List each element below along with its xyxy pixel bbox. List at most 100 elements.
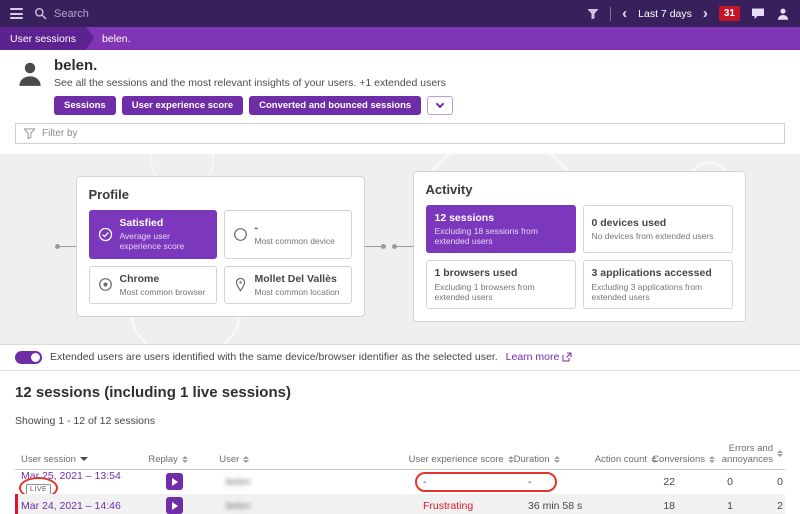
browser-icon: [98, 277, 113, 292]
tile-applications-accessed[interactable]: 3 applications accessed Excluding 3 appl…: [582, 260, 733, 309]
sessions-section: 12 sessions (including 1 live sessions) …: [0, 371, 800, 514]
sort-icon: [777, 450, 783, 458]
tile-most-common-device[interactable]: - Most common device: [223, 210, 352, 259]
filter-by-input[interactable]: Filter by: [15, 123, 785, 144]
problems-count-badge[interactable]: 31: [718, 6, 740, 21]
device-circle-icon: [233, 227, 248, 242]
learn-more-label: Learn more: [505, 351, 560, 364]
learn-more-link[interactable]: Learn more: [506, 351, 573, 363]
activity-card-title: Activity: [425, 182, 473, 197]
page-title: belen.: [54, 57, 98, 74]
user-name-redacted: belen: [226, 476, 251, 488]
filter-by-placeholder: Filter by: [42, 128, 78, 139]
column-header-conversions[interactable]: Conversions: [652, 454, 715, 465]
chat-icon[interactable]: [751, 7, 765, 20]
time-range-selector[interactable]: Last 7 days: [638, 8, 692, 20]
tile-most-common-browser[interactable]: Chrome Most common browser: [88, 265, 217, 304]
profile-card: Profile Satisfied Average user experienc…: [75, 176, 365, 317]
breadcrumb: User sessions belen.: [0, 27, 800, 50]
session-link[interactable]: Mar 24, 2021 – 14:46: [21, 500, 121, 512]
play-icon: [172, 501, 178, 510]
tile-value: 3 applications accessed: [591, 267, 712, 280]
table-row[interactable]: Mar 25, 2021 – 13:54LIVE belen - - 22 0 …: [15, 470, 785, 499]
breadcrumb-root[interactable]: User sessions: [0, 27, 94, 50]
tile-browsers-used[interactable]: 1 browsers used Excluding 1 browsers fro…: [425, 260, 576, 309]
session-filter-buttons: Sessions User experience score Converted…: [54, 96, 454, 115]
column-header-user-experience-score[interactable]: User experience score: [409, 454, 514, 465]
user-header: belen. See all the sessions and the most…: [0, 50, 800, 115]
column-header-user[interactable]: User: [191, 454, 408, 465]
tile-label: No devices from extended users: [591, 231, 714, 242]
tile-average-user-experience-score[interactable]: Satisfied Average user experience score: [88, 210, 217, 259]
user-experience-score-button[interactable]: User experience score: [121, 96, 244, 115]
connector-line: [54, 243, 76, 249]
conversions-cell: 1: [727, 499, 733, 512]
sort-desc-icon: [79, 457, 88, 462]
errors-cell: 2: [777, 499, 783, 512]
score-cell: -: [423, 475, 427, 488]
tile-value: 0 devices used: [591, 217, 667, 230]
user-description: See all the sessions and the most releva…: [54, 77, 446, 89]
activity-card: Activity 12 sessions Excluding 18 sessio…: [412, 171, 746, 322]
sessions-table: User session Replay User User experience…: [15, 443, 785, 514]
column-header-action-count[interactable]: Action count: [595, 454, 657, 465]
sort-icon: [181, 455, 188, 463]
tile-most-common-location[interactable]: Mollet Del Vallès Most common location: [223, 265, 352, 304]
chevron-down-icon: [435, 99, 445, 109]
tile-sessions-count[interactable]: 12 sessions Excluding 18 sessions from e…: [425, 205, 576, 254]
play-icon: [172, 477, 178, 486]
external-link-icon: [562, 352, 572, 362]
tile-value: -: [254, 222, 259, 235]
tile-label: Most common browser: [119, 286, 206, 297]
tile-value: Satisfied: [119, 217, 164, 230]
table-header-row: User session Replay User User experience…: [15, 443, 785, 470]
duration-cell: -: [528, 475, 532, 488]
filter-icon[interactable]: [587, 8, 599, 20]
search-placeholder: Search: [54, 7, 89, 20]
extended-users-toggle[interactable]: [15, 350, 42, 364]
tile-value: Mollet Del Vallès: [254, 272, 337, 285]
replay-play-button[interactable]: [165, 497, 183, 514]
location-pin-icon: [233, 277, 248, 292]
column-header-errors-annoyances[interactable]: Errors and annoyances: [715, 443, 785, 465]
tile-label: Most common location: [254, 286, 340, 297]
tile-label: Excluding 3 applications from extended u…: [591, 281, 703, 302]
divider: [610, 6, 612, 21]
sessions-showing-count: Showing 1 - 12 of 12 sessions: [15, 414, 156, 427]
column-header-replay[interactable]: Replay: [145, 454, 191, 465]
sort-icon: [553, 455, 560, 463]
menu-icon[interactable]: [10, 8, 23, 19]
more-filters-button[interactable]: [427, 96, 454, 115]
converted-bounced-button[interactable]: Converted and bounced sessions: [249, 96, 422, 115]
check-circle-icon: [98, 227, 113, 242]
score-cell: Frustrating: [423, 499, 474, 512]
tile-devices-used[interactable]: 0 devices used No devices from extended …: [582, 205, 733, 254]
action-count-cell: 22: [663, 475, 675, 488]
user-avatar-icon: [15, 59, 45, 115]
column-header-user-session[interactable]: User session: [15, 454, 145, 465]
tile-value: 1 browsers used: [434, 267, 518, 280]
tile-value: 12 sessions: [434, 212, 495, 224]
action-count-cell: 18: [663, 499, 675, 512]
chevron-left-icon[interactable]: ‹: [622, 6, 627, 21]
sessions-button[interactable]: Sessions: [54, 96, 116, 115]
chevron-right-icon[interactable]: ›: [703, 6, 708, 21]
tile-label: Average user experience score: [119, 231, 185, 252]
insights-panel: Profile Satisfied Average user experienc…: [0, 154, 800, 344]
replay-play-button[interactable]: [165, 473, 183, 491]
user-name-redacted: belen: [226, 500, 251, 512]
session-link[interactable]: Mar 25, 2021 – 13:54: [21, 470, 121, 482]
sessions-title: 12 sessions (including 1 live sessions): [15, 383, 291, 401]
live-badge: LIVE: [19, 476, 59, 499]
search-icon: [34, 7, 47, 20]
extended-users-bar: Extended users are users identified with…: [0, 343, 800, 371]
global-search-input[interactable]: Search: [34, 7, 89, 20]
tile-value: Chrome: [119, 272, 160, 285]
tile-label: Excluding 18 sessions from extended user…: [434, 226, 538, 247]
user-profile-icon[interactable]: [776, 7, 790, 21]
profile-card-title: Profile: [88, 187, 129, 203]
tile-label: Excluding 1 browsers from extended users: [434, 281, 535, 302]
table-row[interactable]: Mar 24, 2021 – 14:46 belen Frustrating 3…: [15, 493, 785, 514]
tile-label: Most common device: [254, 236, 335, 247]
column-header-duration[interactable]: Duration: [514, 454, 605, 465]
